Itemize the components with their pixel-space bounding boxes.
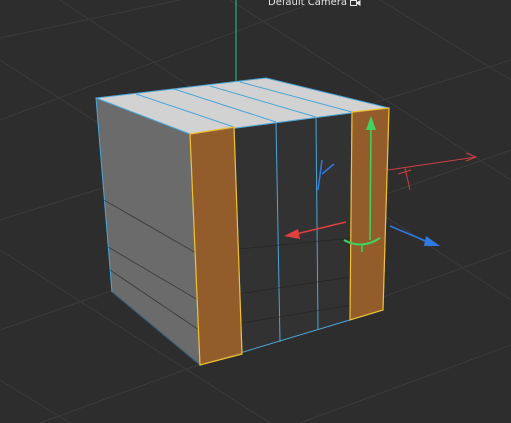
gizmo-x-axis-pos[interactable] <box>387 156 477 171</box>
gizmo-y-axis[interactable] <box>369 123 372 241</box>
gizmo-z-axis[interactable] <box>389 225 429 243</box>
cube-left-face[interactable] <box>95 97 201 367</box>
gizmo-xy-plane-handle[interactable] <box>397 167 412 191</box>
gizmo-z-arrow[interactable] <box>424 236 440 246</box>
viewport-scene[interactable] <box>0 0 511 423</box>
camera-icon[interactable] <box>349 0 361 7</box>
camera-name: Default Camera <box>268 0 347 8</box>
camera-label[interactable]: Default Camera <box>268 0 361 11</box>
3d-viewport[interactable]: Default Camera <box>0 0 511 423</box>
